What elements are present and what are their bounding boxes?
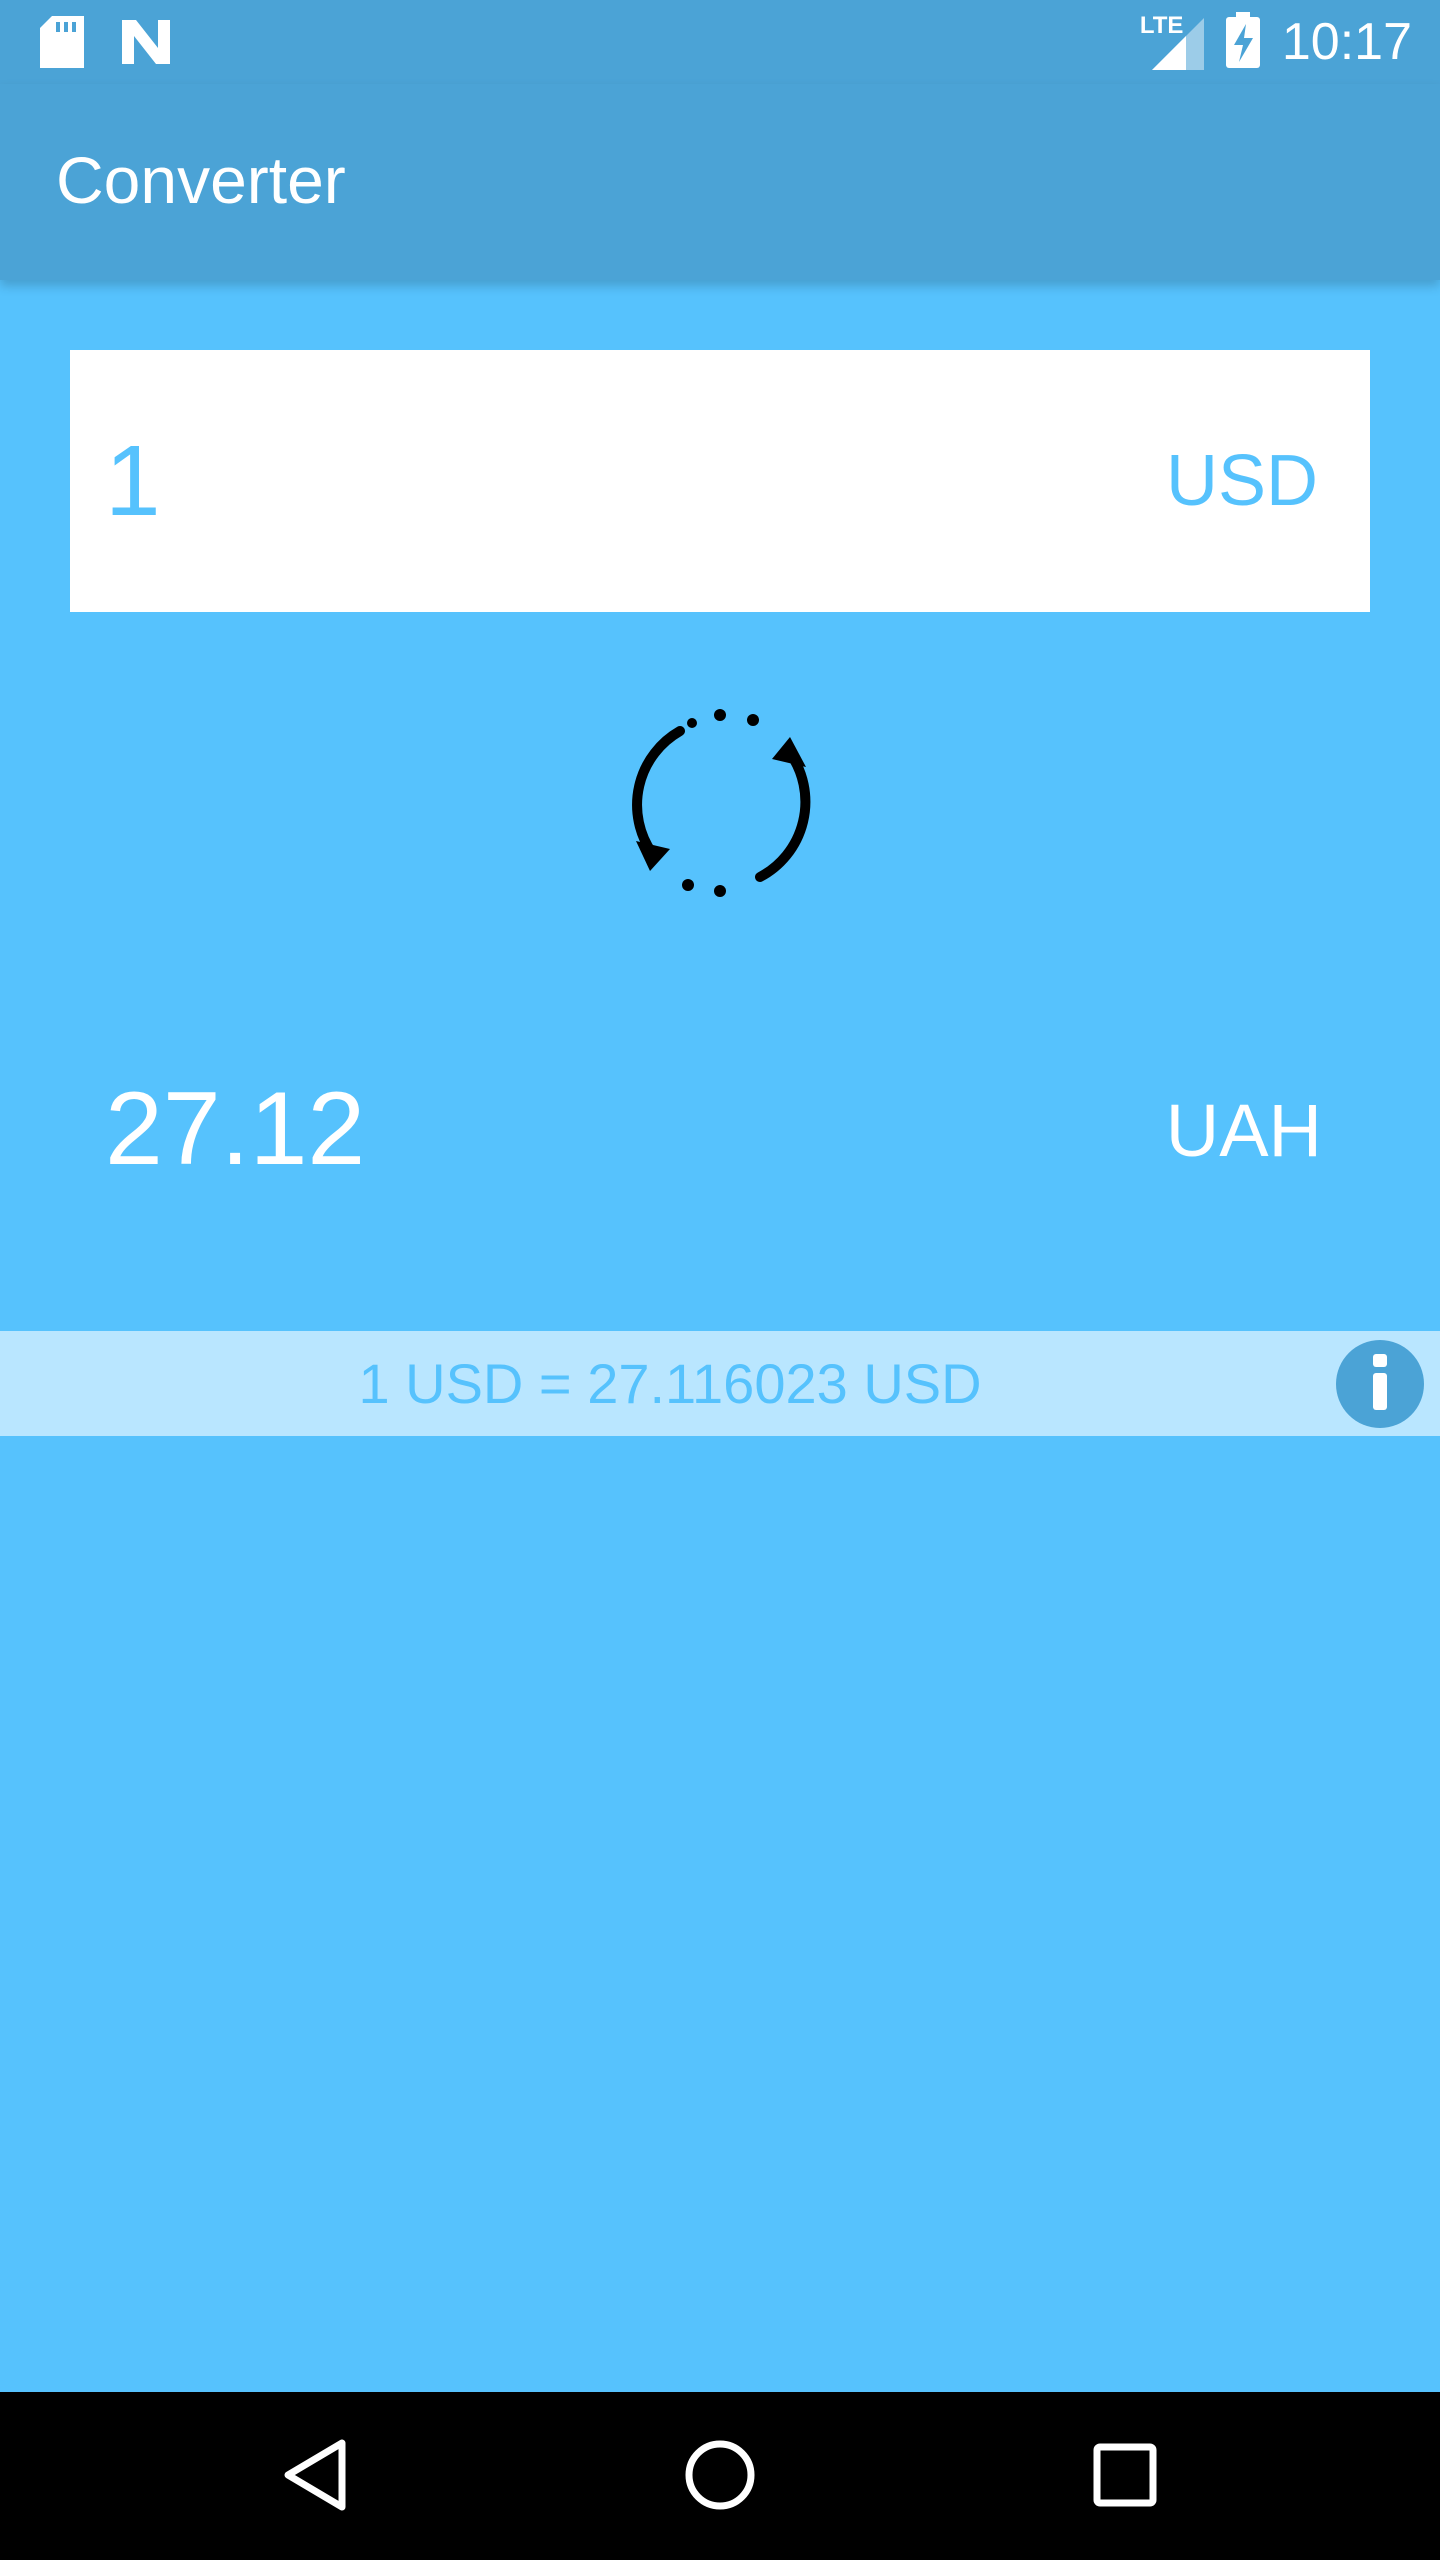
sd-card-icon — [40, 16, 84, 72]
app-bar: Converter — [0, 84, 1440, 280]
info-button[interactable] — [1336, 1340, 1424, 1428]
navigation-bar — [0, 2392, 1440, 2560]
swap-refresh-icon — [620, 703, 820, 907]
home-icon — [684, 2439, 756, 2515]
signal-icon: LTE — [1140, 12, 1204, 70]
status-bar: LTE 10:17 — [0, 0, 1440, 84]
source-currency-selector[interactable]: USD — [1166, 350, 1318, 612]
exchange-rate-text: 1 USD = 27.116023 USD — [358, 1352, 982, 1415]
battery-charging-icon — [1225, 12, 1260, 72]
swap-button[interactable] — [610, 700, 830, 910]
amount-input[interactable]: 1 — [105, 350, 161, 612]
back-icon — [280, 2437, 350, 2517]
nav-back-button[interactable] — [270, 2432, 360, 2522]
info-icon — [1365, 1354, 1395, 1414]
n-notification-icon — [118, 16, 174, 72]
nav-home-button[interactable] — [675, 2432, 765, 2522]
app-title: Converter — [56, 143, 346, 217]
status-indicators: LTE 10:17 — [1140, 0, 1412, 84]
status-time: 10:17 — [1281, 13, 1412, 71]
result-amount: 27.12 — [105, 1071, 366, 1187]
exchange-rate-bar: 1 USD = 27.116023 USD — [0, 1331, 1440, 1436]
recents-icon — [1093, 2443, 1157, 2511]
nav-recents-button[interactable] — [1080, 2432, 1170, 2522]
amount-input-card[interactable]: 1 USD — [70, 350, 1370, 612]
target-currency-selector[interactable]: UAH — [1166, 1088, 1322, 1173]
